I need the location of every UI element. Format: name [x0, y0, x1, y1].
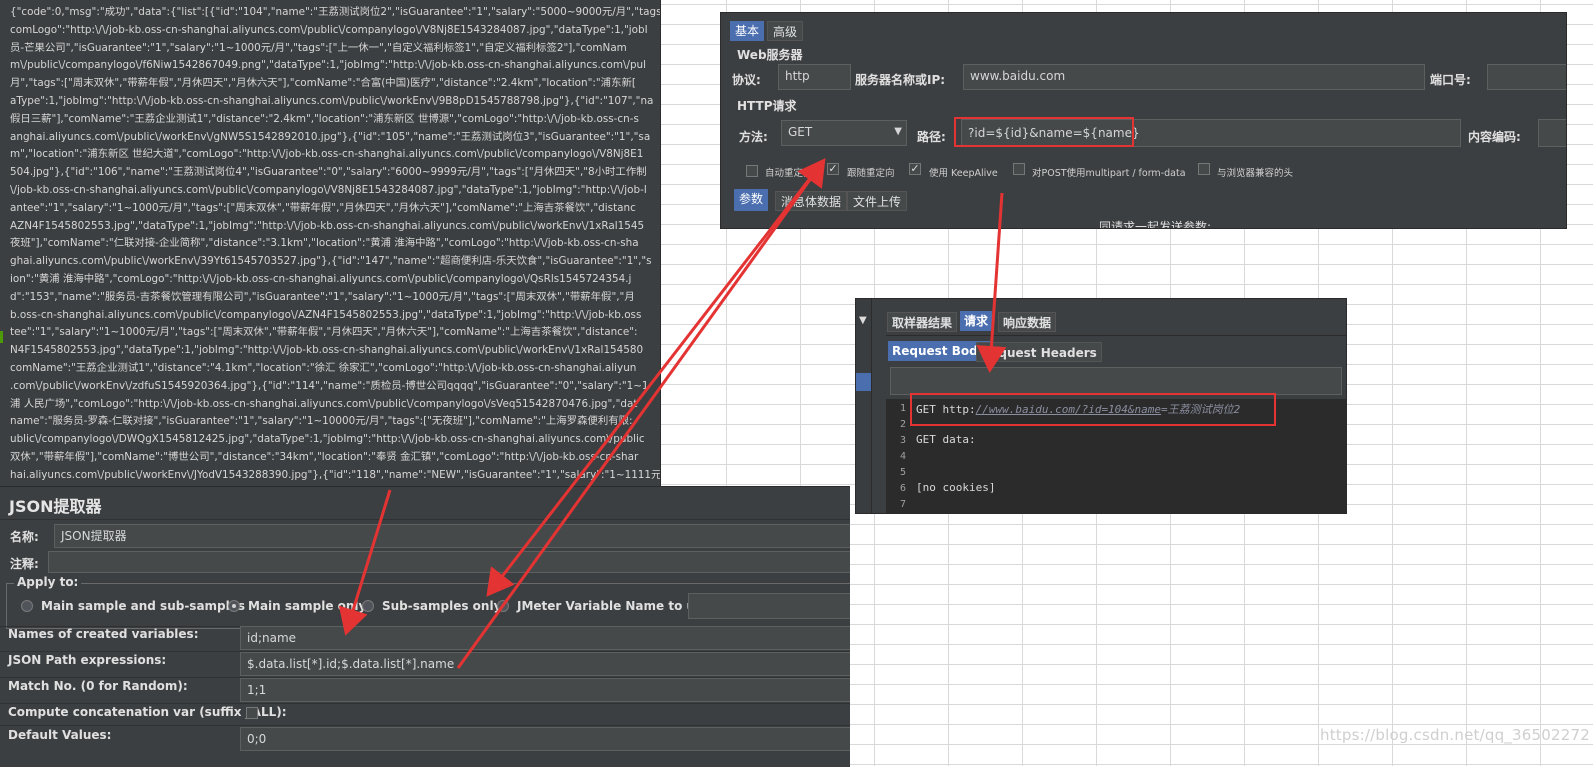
web-server-legend: Web服务器	[737, 48, 803, 62]
http-request-legend: HTTP请求	[737, 99, 797, 113]
code-line-6: [no cookies]	[916, 481, 996, 494]
tab-request-body[interactable]: Request Body	[888, 341, 990, 361]
match-no-label: Match No. (0 for Random):	[8, 679, 188, 693]
http-request-panel: 基本 高级 Web服务器 协议: http 服务器名称或IP: www.baid…	[720, 12, 1567, 229]
method-label: 方法:	[739, 130, 768, 144]
auto-redirect-checkbox[interactable]	[746, 165, 758, 177]
chevron-down-icon: ▼	[894, 126, 902, 137]
line-number: 5	[899, 467, 906, 478]
radio-label-main-only: Main sample only	[248, 599, 367, 613]
json-path-input[interactable]: $.data.list[*].id;$.data.list[*].name	[240, 652, 850, 676]
compute-concat-checkbox[interactable]	[246, 707, 258, 719]
gutter-marker	[0, 331, 3, 343]
line-number: 3	[899, 435, 906, 446]
protocol-input[interactable]: http	[778, 64, 851, 90]
line-number: 4	[899, 451, 906, 462]
json-response-panel: {"code":0,"msg":"成功","data":{"list":[{"i…	[0, 0, 661, 486]
result-tree-sidebar: ▼	[856, 299, 872, 513]
multipart-label: 对POST使用multipart / form-data	[1032, 168, 1186, 179]
comment-input[interactable]	[48, 551, 850, 573]
search-bar[interactable]	[890, 367, 1342, 395]
params-caption: 同请求一起发送参数:	[1099, 220, 1212, 229]
variables-input[interactable]: id;name	[240, 626, 850, 650]
tab-basic[interactable]: 基本	[730, 21, 765, 41]
comment-label: 注释:	[10, 557, 39, 571]
protocol-label: 协议:	[732, 73, 761, 87]
json-extractor-panel: JSON提取器 名称: JSON提取器 注释: Apply to: Main s…	[0, 486, 850, 767]
match-no-input[interactable]: 1;1	[240, 678, 850, 702]
follow-redirect-label: 跟随重定向	[847, 168, 895, 179]
name-label: 名称:	[10, 530, 39, 544]
name-input[interactable]: JSON提取器	[54, 524, 850, 548]
json-response-text: {"code":0,"msg":"成功","data":{"list":[{"i…	[10, 6, 661, 481]
variables-label: Names of created variables:	[8, 627, 199, 641]
tab-body-data[interactable]: 消息体数据	[775, 191, 848, 211]
method-select[interactable]: GET ▼	[781, 120, 907, 146]
radio-jmeter-variable[interactable]	[497, 600, 509, 612]
compute-concat-label: Compute concatenation var (suffix _ALL):	[8, 705, 287, 719]
tab-parameters[interactable]: 参数	[734, 189, 769, 211]
radio-label-main-and-sub: Main sample and sub-samples	[41, 599, 246, 613]
keepalive-label: 使用 KeepAlive	[929, 168, 998, 179]
auto-redirect-label: 自动重定向	[765, 168, 813, 179]
browser-headers-checkbox[interactable]	[1198, 163, 1210, 175]
multipart-checkbox[interactable]	[1013, 163, 1025, 175]
tab-sampler-result[interactable]: 取样器结果	[887, 312, 958, 332]
view-results-panel: ▼ 取样器结果 请求 响应数据 Request Body Request Hea…	[855, 298, 1347, 514]
annotation-request-highlight	[910, 393, 1276, 426]
radio-main-and-sub[interactable]	[21, 600, 33, 612]
radio-label-jmeter-variable: JMeter Variable Name to use	[517, 599, 711, 613]
tab-file-upload[interactable]: 文件上传	[847, 191, 908, 211]
json-path-label: JSON Path expressions:	[8, 653, 167, 667]
line-number: 6	[899, 483, 906, 494]
default-values-input[interactable]: 0;0	[240, 727, 850, 751]
tab-request[interactable]: 请求	[960, 311, 993, 331]
annotation-path-highlight	[954, 117, 1134, 147]
default-values-label: Default Values:	[8, 728, 112, 742]
radio-sub-only[interactable]	[362, 600, 374, 612]
extractor-title: JSON提取器	[9, 497, 102, 516]
selected-sample-marker[interactable]	[856, 373, 871, 391]
divider	[0, 725, 850, 726]
radio-label-sub-only: Sub-samples only	[382, 599, 502, 613]
server-input[interactable]: www.baidu.com	[963, 64, 1425, 90]
watermark: https://blog.csdn.net/qq_36502272	[1320, 726, 1590, 744]
line-number: 2	[899, 419, 906, 430]
follow-redirect-checkbox[interactable]: ✓	[827, 163, 839, 175]
server-label: 服务器名称或IP:	[855, 73, 946, 87]
tab-request-headers[interactable]: Request Headers	[976, 342, 1102, 362]
keepalive-checkbox[interactable]: ✓	[909, 163, 921, 175]
radio-main-only[interactable]	[228, 600, 240, 612]
line-number: 7	[899, 499, 906, 510]
apply-to-legend: Apply to:	[14, 575, 82, 589]
tab-advanced[interactable]: 高级	[767, 21, 804, 41]
collapse-arrow-icon[interactable]: ▼	[859, 315, 867, 326]
divider	[0, 519, 850, 520]
divider	[0, 703, 850, 704]
path-label: 路径:	[917, 130, 946, 144]
port-label: 端口号:	[1430, 73, 1471, 87]
jmeter-variable-input[interactable]	[688, 593, 850, 619]
tab-response-data[interactable]: 响应数据	[998, 312, 1057, 332]
encoding-input[interactable]	[1538, 119, 1566, 147]
line-number: 1	[899, 403, 906, 414]
encoding-label: 内容编码:	[1468, 130, 1521, 144]
divider	[886, 335, 1346, 336]
port-input[interactable]	[1487, 64, 1566, 90]
browser-headers-label: 与浏览器兼容的头	[1217, 168, 1294, 179]
code-line-3: GET data:	[916, 433, 976, 446]
method-value: GET	[788, 125, 813, 139]
